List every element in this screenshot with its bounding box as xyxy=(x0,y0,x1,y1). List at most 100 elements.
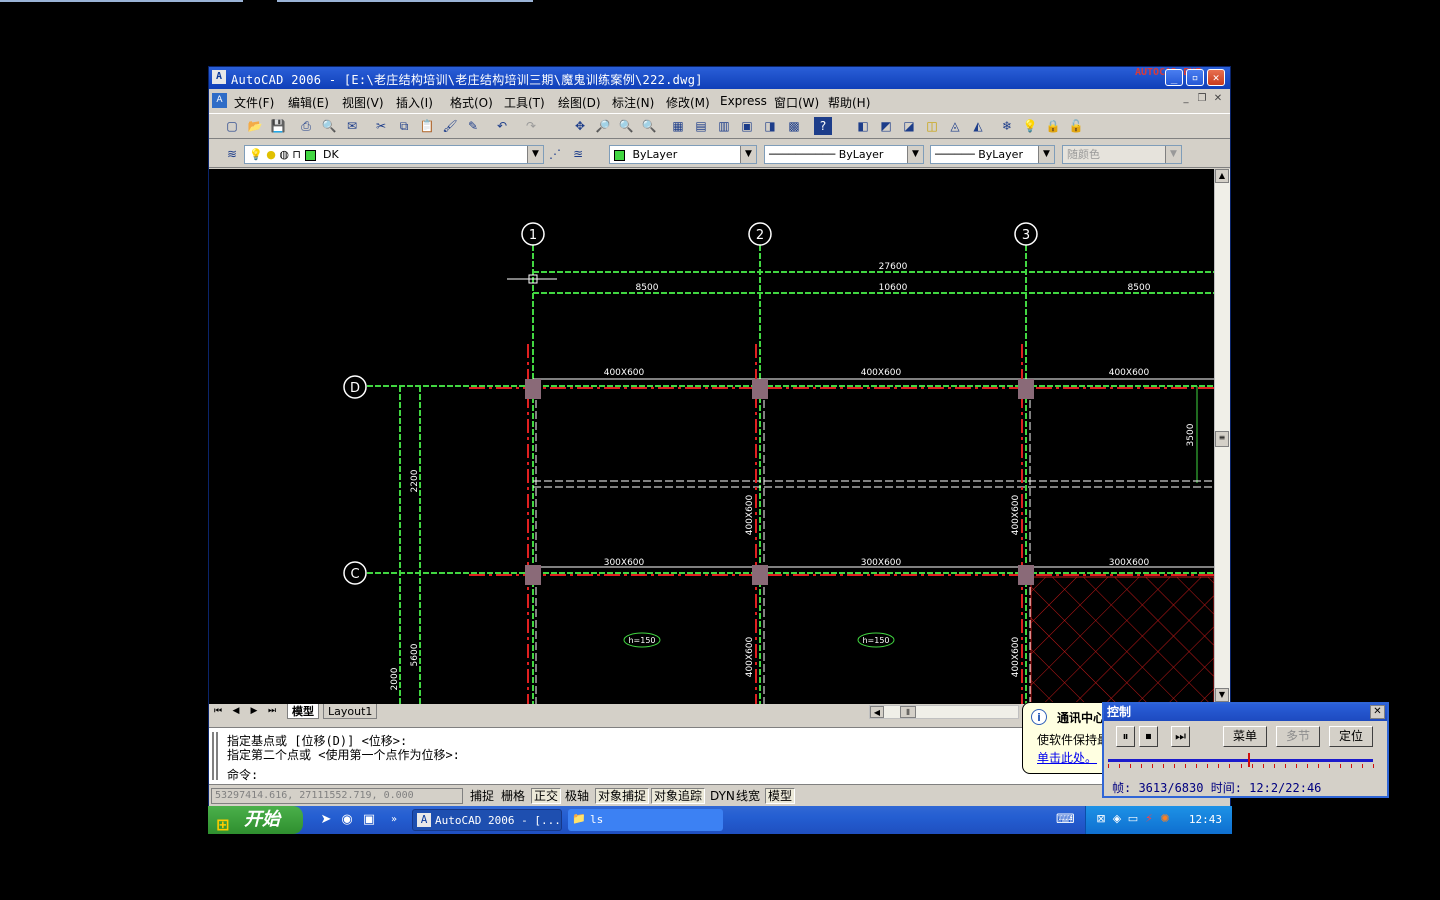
ortho-toggle[interactable]: 正交 xyxy=(531,788,562,804)
otrack-toggle[interactable]: 对象追踪 xyxy=(651,788,706,804)
media-player-icon[interactable]: ◉ xyxy=(339,812,355,828)
scroll-down-icon[interactable]: ▼ xyxy=(1215,688,1229,702)
menu-view[interactable]: 视图(V) xyxy=(342,94,384,111)
chevron-down-icon[interactable]: ▼ xyxy=(527,146,543,163)
column-3c[interactable] xyxy=(1018,565,1034,585)
block-editor-icon[interactable]: ✎ xyxy=(464,117,482,135)
help-icon[interactable]: ? xyxy=(814,117,832,135)
calculator-icon[interactable]: ▩ xyxy=(785,117,803,135)
maximize-button[interactable]: ▫ xyxy=(1186,69,1204,86)
layer-tool-4-icon[interactable]: ◫ xyxy=(923,117,941,135)
layer-tool-2-icon[interactable]: ◩ xyxy=(877,117,895,135)
grid-bubble-1[interactable]: 1 xyxy=(521,222,545,246)
menu-file[interactable]: 文件(F) xyxy=(234,94,274,111)
tab-next-icon[interactable]: ▶ xyxy=(247,705,261,718)
tray-flash-icon[interactable]: ⚡ xyxy=(1142,812,1156,826)
command-grip[interactable] xyxy=(212,732,218,780)
menu-dimension[interactable]: 标注(N) xyxy=(612,94,654,111)
doc-restore-icon[interactable]: ❐ xyxy=(1195,92,1209,106)
menu-edit[interactable]: 编辑(E) xyxy=(288,94,329,111)
tray-app-icon[interactable]: ◈ xyxy=(1110,812,1124,826)
horizontal-scrollbar[interactable]: ◀ ⦀ xyxy=(869,705,1019,719)
document-icon[interactable]: A xyxy=(212,93,227,108)
tray-network-icon[interactable]: ⊠ xyxy=(1094,812,1108,826)
tab-model[interactable]: 模型 xyxy=(287,704,319,719)
zoom-window-icon[interactable]: 🔍 xyxy=(617,117,635,135)
layer-tool-1-icon[interactable]: ◧ xyxy=(854,117,872,135)
chevron-down-icon[interactable]: ▼ xyxy=(740,146,756,163)
column-2d[interactable] xyxy=(752,379,768,399)
menu-tools[interactable]: 工具(T) xyxy=(504,94,545,111)
step-forward-button[interactable]: ⏭ xyxy=(1171,726,1190,747)
task-autocad[interactable]: A AutoCAD 2006 - [... xyxy=(412,809,562,831)
menu-help[interactable]: 帮助(H) xyxy=(828,94,870,111)
unlock-icon[interactable]: 🔓 xyxy=(1067,117,1085,135)
tool-palettes-icon[interactable]: ▥ xyxy=(715,117,733,135)
communication-center-balloon[interactable]: i 通讯中心 使软件保持最 单击此处。 xyxy=(1022,702,1114,774)
command-prompt[interactable]: 命令: xyxy=(227,766,258,783)
stop-button[interactable]: ⏹ xyxy=(1139,726,1158,747)
undo-icon[interactable]: ↶ xyxy=(493,117,511,135)
open-icon[interactable]: 📂 xyxy=(246,117,264,135)
column-2c[interactable] xyxy=(752,565,768,585)
freeze-icon[interactable]: ❄ xyxy=(998,117,1016,135)
osnap-toggle[interactable]: 对象捕捉 xyxy=(595,788,650,804)
keyboard-icon[interactable]: ⌨ xyxy=(1056,812,1075,828)
bulb-icon[interactable]: 💡 xyxy=(1021,117,1039,135)
start-button[interactable]: ⊞ 开始 xyxy=(208,806,303,834)
save-icon[interactable]: 💾 xyxy=(269,117,287,135)
layer-tool-5-icon[interactable]: ◬ xyxy=(946,117,964,135)
task-folder[interactable]: 📁 ls xyxy=(568,809,723,831)
menu-express[interactable]: Express xyxy=(720,94,767,108)
column-1c[interactable] xyxy=(525,565,541,585)
tray-monitor-icon[interactable]: ▭ xyxy=(1126,812,1140,826)
tab-layout1[interactable]: Layout1 xyxy=(323,704,378,719)
balloon-link[interactable]: 单击此处。 xyxy=(1037,749,1097,766)
plot-icon[interactable]: ⎙ xyxy=(297,117,315,135)
doc-close-icon[interactable]: ✕ xyxy=(1211,92,1225,106)
menu-format[interactable]: 格式(O) xyxy=(450,94,493,111)
zoom-previous-icon[interactable]: 🔍 xyxy=(640,117,658,135)
scroll-thumb[interactable]: ≡ xyxy=(1215,431,1229,447)
layer-manager-icon[interactable]: ≋ xyxy=(223,145,241,163)
quicklaunch-app-icon[interactable]: ▣ xyxy=(361,812,377,828)
quicklaunch-more-icon[interactable]: » xyxy=(386,812,402,828)
match-properties-icon[interactable]: 🖌 xyxy=(441,117,459,135)
markup-icon[interactable]: ◨ xyxy=(761,117,779,135)
autocad-app-icon[interactable]: A xyxy=(212,70,226,84)
title-bar[interactable]: A AutoCAD 2006 - [E:\老庄结构培训\老庄结构培训三期\魔鬼训… xyxy=(209,67,1230,89)
layer-previous-icon[interactable]: ≊ xyxy=(569,145,587,163)
layer-tool-6-icon[interactable]: ◭ xyxy=(969,117,987,135)
drawing-svg[interactable]: 1 2 3 D C 27600 8500 10600 8500 3500 220… xyxy=(209,169,1214,704)
sheet-set-icon[interactable]: ▣ xyxy=(738,117,756,135)
make-current-layer-icon[interactable]: ⋰ xyxy=(546,145,564,163)
grid-bubble-2[interactable]: 2 xyxy=(748,222,772,246)
grid-toggle[interactable]: 栅格 xyxy=(499,788,527,804)
chevron-down-icon[interactable]: ▼ xyxy=(907,146,923,163)
layer-tool-3-icon[interactable]: ◪ xyxy=(900,117,918,135)
pan-icon[interactable]: ✥ xyxy=(571,117,589,135)
column-1d[interactable] xyxy=(525,379,541,399)
dyn-toggle[interactable]: DYN xyxy=(708,788,737,804)
drawing-canvas[interactable]: 1 2 3 D C 27600 8500 10600 8500 3500 220… xyxy=(209,169,1214,704)
layer-dropdown[interactable]: 💡 ● ◍ ⊓ DK ▼ xyxy=(244,145,544,164)
menu-insert[interactable]: 插入(I) xyxy=(396,94,433,111)
grid-bubble-3[interactable]: 3 xyxy=(1014,222,1038,246)
model-toggle[interactable]: 模型 xyxy=(765,788,796,804)
vertical-scrollbar[interactable]: ▲ ≡ ▼ xyxy=(1214,169,1230,704)
coordinate-readout[interactable]: 53297414.616, 27111552.719, 0.000 xyxy=(211,788,463,804)
redo-icon[interactable]: ↷ xyxy=(522,117,540,135)
clock[interactable]: 12:43 xyxy=(1189,813,1222,826)
lineweight-toggle[interactable]: 线宽 xyxy=(734,788,762,804)
menu-button[interactable]: 菜单 xyxy=(1223,726,1267,747)
snap-toggle[interactable]: 捕捉 xyxy=(468,788,496,804)
close-button[interactable]: ✕ xyxy=(1207,69,1225,86)
cut-icon[interactable]: ✂ xyxy=(372,117,390,135)
grid-bubble-d[interactable]: D xyxy=(343,375,367,399)
chevron-down-icon[interactable]: ▼ xyxy=(1038,146,1054,163)
tab-first-icon[interactable]: ⏮ xyxy=(211,705,225,718)
tray-antivirus-icon[interactable]: ✺ xyxy=(1158,812,1172,826)
grid-bubble-c[interactable]: C xyxy=(343,561,367,585)
color-dropdown[interactable]: ByLayer ▼ xyxy=(609,145,757,164)
copy-icon[interactable]: ⧉ xyxy=(395,117,413,135)
